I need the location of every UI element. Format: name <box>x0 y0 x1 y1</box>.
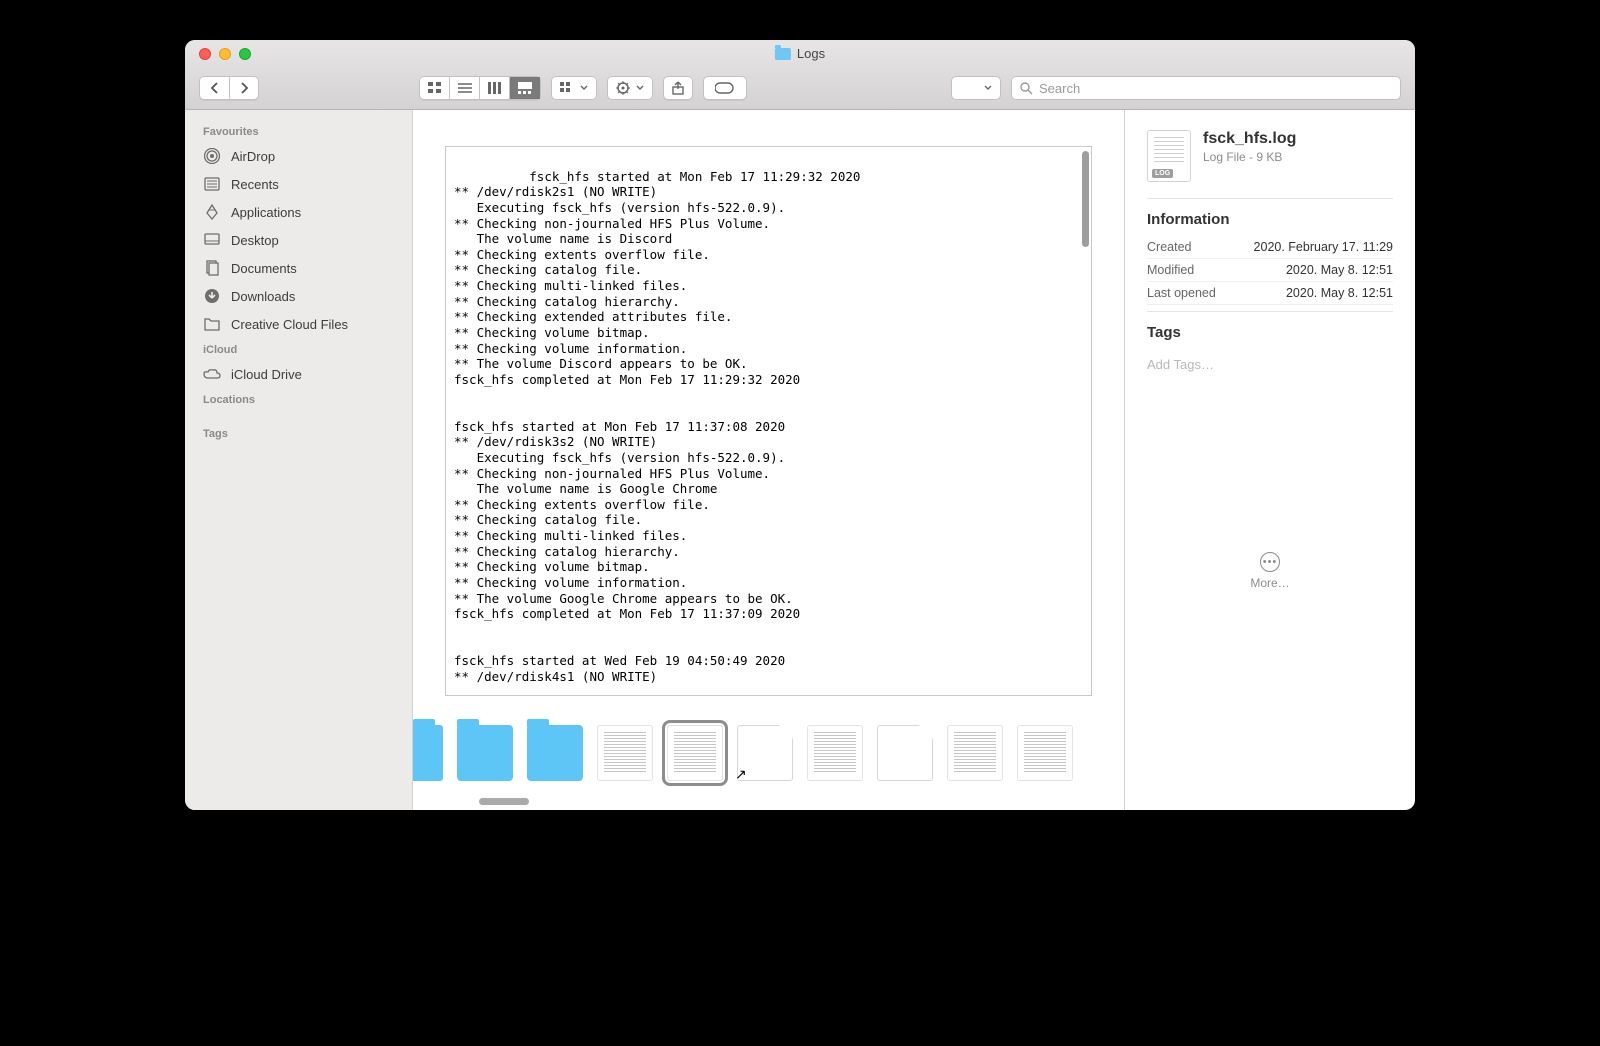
sidebar-item-applications[interactable]: Applications <box>185 198 412 226</box>
thumbnail-folder[interactable] <box>457 725 513 781</box>
alias-badge-icon: ↗ <box>735 766 747 783</box>
folder-icon <box>203 315 221 333</box>
thumbnail-file-selected[interactable] <box>667 725 723 781</box>
thumbnail-file[interactable]: ↗ <box>737 725 793 781</box>
thumbnail-file[interactable] <box>947 725 1003 781</box>
chevron-down-icon <box>580 85 588 91</box>
zoom-window-button[interactable] <box>239 48 251 60</box>
thumbnail-file[interactable] <box>597 725 653 781</box>
icon-view-button[interactable] <box>420 77 450 99</box>
info-subtitle: Log File - 9 KB <box>1203 150 1296 164</box>
chevron-down-icon <box>636 85 644 91</box>
info-section-information: Information <box>1147 198 1393 228</box>
sidebar: Favourites AirDrop Recents Applications … <box>185 110 413 810</box>
gallery-view-button[interactable] <box>510 77 540 99</box>
file-preview[interactable]: fsck_hfs started at Mon Feb 17 11:29:32 … <box>445 146 1092 696</box>
share-button[interactable] <box>663 76 693 100</box>
sidebar-header-tags: Tags <box>185 422 412 444</box>
info-filename: fsck_hfs.log <box>1203 130 1296 148</box>
traffic-lights <box>185 48 251 60</box>
forward-button[interactable] <box>229 76 259 100</box>
sidebar-item-desktop[interactable]: Desktop <box>185 226 412 254</box>
minimize-window-button[interactable] <box>219 48 231 60</box>
sidebar-header-locations: Locations <box>185 388 412 410</box>
sidebar-item-airdrop[interactable]: AirDrop <box>185 142 412 170</box>
file-type-icon <box>1147 130 1191 182</box>
thumbnail-file[interactable] <box>807 725 863 781</box>
finder-window: Logs Search <box>185 40 1415 810</box>
info-row-last-opened: Last opened2020. May 8. 12:51 <box>1147 282 1393 305</box>
tags-button[interactable] <box>703 76 747 100</box>
documents-icon <box>203 259 221 277</box>
nav-buttons <box>199 76 259 100</box>
airdrop-icon <box>203 147 221 165</box>
column-view-button[interactable] <box>480 77 510 99</box>
action-menu-button[interactable] <box>607 76 653 100</box>
sidebar-item-documents[interactable]: Documents <box>185 254 412 282</box>
more-button[interactable]: ••• More… <box>1147 552 1393 590</box>
titlebar: Logs Search <box>185 40 1415 110</box>
thumbnail-folder[interactable] <box>413 725 443 781</box>
desktop-icon <box>203 231 221 249</box>
info-section-tags: Tags <box>1147 311 1393 341</box>
ellipsis-icon: ••• <box>1260 552 1280 572</box>
toolbar: Search <box>185 68 1415 109</box>
info-row-modified: Modified2020. May 8. 12:51 <box>1147 259 1393 282</box>
search-field[interactable]: Search <box>1011 76 1401 100</box>
folder-icon <box>775 48 791 60</box>
thumbnail-file[interactable] <box>1017 725 1073 781</box>
sidebar-item-icloud-drive[interactable]: iCloud Drive <box>185 360 412 388</box>
preview-text: fsck_hfs started at Mon Feb 17 11:29:32 … <box>454 169 860 684</box>
sidebar-item-recents[interactable]: Recents <box>185 170 412 198</box>
back-button[interactable] <box>199 76 229 100</box>
view-switcher <box>419 76 541 100</box>
search-placeholder: Search <box>1039 81 1080 96</box>
chevron-down-icon <box>984 85 992 91</box>
downloads-icon <box>203 287 221 305</box>
cloud-icon <box>203 365 221 383</box>
info-panel: fsck_hfs.log Log File - 9 KB Information… <box>1125 110 1415 810</box>
sidebar-header-icloud: iCloud <box>185 338 412 360</box>
thumbnail-folder[interactable] <box>527 725 583 781</box>
search-icon <box>1020 82 1033 95</box>
sidebar-header-favourites: Favourites <box>185 120 412 142</box>
applications-icon <box>203 203 221 221</box>
tags-input[interactable]: Add Tags… <box>1147 349 1393 372</box>
list-view-button[interactable] <box>450 77 480 99</box>
sidebar-item-creative-cloud[interactable]: Creative Cloud Files <box>185 310 412 338</box>
thumbnail-file[interactable] <box>877 725 933 781</box>
gallery-main: fsck_hfs started at Mon Feb 17 11:29:32 … <box>413 110 1125 810</box>
preview-scrollbar[interactable] <box>1082 151 1089 247</box>
thumbnail-strip[interactable]: ↗ <box>413 710 1124 796</box>
path-dropdown[interactable] <box>951 76 1001 100</box>
recents-icon <box>203 175 221 193</box>
window-title-text: Logs <box>797 46 825 61</box>
group-by-button[interactable] <box>551 76 597 100</box>
sidebar-item-downloads[interactable]: Downloads <box>185 282 412 310</box>
close-window-button[interactable] <box>199 48 211 60</box>
window-title: Logs <box>775 46 825 61</box>
thumbnail-scrollbar[interactable] <box>413 796 1124 810</box>
info-row-created: Created2020. February 17. 11:29 <box>1147 236 1393 259</box>
